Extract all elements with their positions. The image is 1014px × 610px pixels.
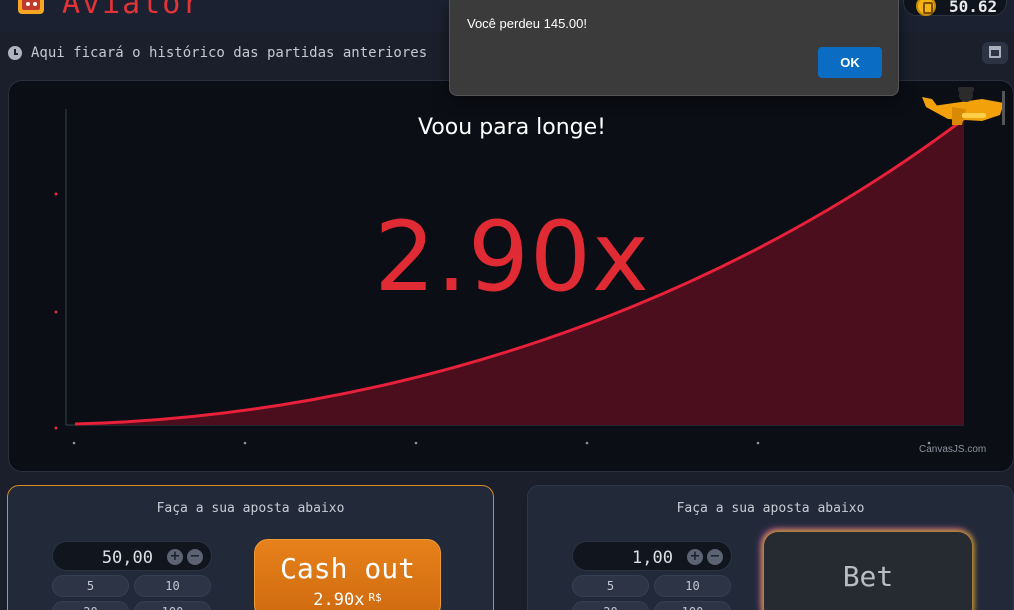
- cash-out-amount: 2.90x R$: [255, 590, 440, 610]
- chip-5[interactable]: 5: [52, 575, 129, 597]
- bet-amount-field[interactable]: 50,00 + −: [52, 541, 212, 571]
- history-button[interactable]: [982, 42, 1008, 64]
- logo-text: Aviator: [62, 0, 203, 21]
- currency-label: R$: [368, 591, 382, 604]
- cash-out-label: Cash out: [280, 552, 415, 585]
- bet-panel-left: Faça a sua aposta abaixo 50,00 + − 5 10 …: [7, 485, 494, 610]
- bet-amount-value: 1,00: [632, 548, 673, 568]
- bet-button-label: Bet: [842, 560, 894, 593]
- plus-icon[interactable]: +: [167, 549, 183, 565]
- logo-icon: [18, 0, 44, 14]
- x-tick: [756, 441, 760, 445]
- bet-panel-title: Faça a sua aposta abaixo: [156, 501, 345, 516]
- archive-icon: [989, 46, 1001, 58]
- chip-20[interactable]: 20: [52, 601, 129, 610]
- minus-icon[interactable]: −: [707, 549, 723, 565]
- bet-amount-value: 50,00: [101, 548, 153, 568]
- balance-value: 50.62: [949, 0, 998, 16]
- chip-20[interactable]: 20: [572, 601, 649, 610]
- history-text: Aqui ficará o histórico das partidas ant…: [31, 45, 428, 61]
- x-tick: [243, 441, 247, 445]
- cash-out-button[interactable]: Cash out 2.90x R$: [254, 539, 441, 610]
- cash-out-multiplier: 2.90x: [313, 590, 365, 610]
- x-tick: [72, 441, 76, 445]
- chart-credit: CanvasJS.com: [919, 444, 987, 455]
- bet-panel-title: Faça a sua aposta abaixo: [676, 501, 865, 516]
- bet-amount-field[interactable]: 1,00 + −: [572, 541, 732, 571]
- ok-button[interactable]: OK: [818, 47, 882, 78]
- minus-icon[interactable]: −: [187, 549, 203, 565]
- round-status-text: Voou para longe!: [418, 115, 606, 140]
- x-tick: [585, 441, 589, 445]
- chip-10[interactable]: 10: [134, 575, 211, 597]
- chip-100[interactable]: 100: [134, 601, 211, 610]
- multiplier-display: 2.90x: [374, 201, 650, 313]
- x-tick: [414, 441, 418, 445]
- bet-button[interactable]: Bet: [764, 532, 972, 610]
- balance-display: 50.62: [903, 0, 1007, 16]
- alert-message: Você perdeu 145.00!: [467, 16, 587, 31]
- chip-10[interactable]: 10: [654, 575, 731, 597]
- coin-icon: [916, 0, 936, 16]
- alert-dialog: Você perdeu 145.00! OK: [449, 0, 899, 96]
- bet-panel-right: Faça a sua aposta abaixo 1,00 + − 5 10 2…: [527, 485, 1014, 610]
- plus-icon[interactable]: +: [687, 549, 703, 565]
- y-tick: [54, 192, 58, 196]
- game-canvas: Voou para longe! 2.90x CanvasJS.com: [8, 80, 1014, 472]
- clock-icon: [8, 46, 22, 60]
- chip-5[interactable]: 5: [572, 575, 649, 597]
- chip-100[interactable]: 100: [654, 601, 731, 610]
- y-tick: [54, 426, 58, 430]
